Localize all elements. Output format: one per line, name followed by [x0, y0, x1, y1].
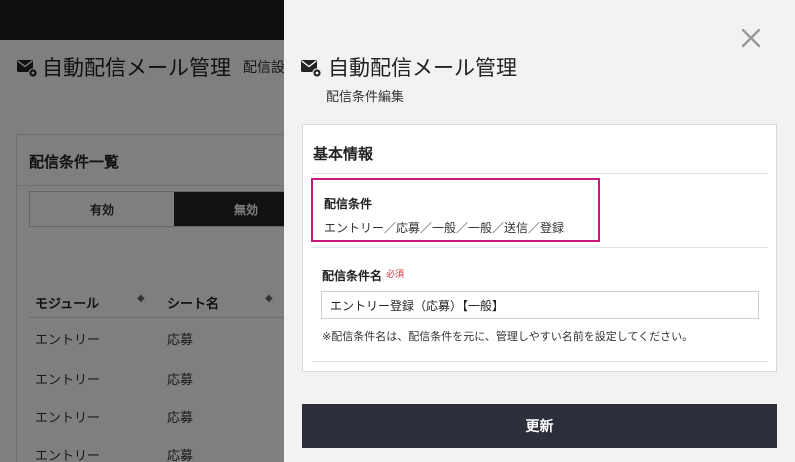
- condition-label: 配信条件: [324, 197, 373, 211]
- close-button[interactable]: [737, 24, 765, 52]
- condition-name-label-text: 配信条件名: [322, 269, 383, 283]
- condition-value: エントリー／応募／一般／一般／送信／登録: [324, 221, 565, 235]
- divider: [311, 173, 768, 174]
- basic-info-panel: 基本情報 配信条件 エントリー／応募／一般／一般／送信／登録 配信条件名必須 ※…: [302, 124, 777, 372]
- drawer-title: 自動配信メール管理: [328, 56, 517, 80]
- required-badge: 必須: [386, 270, 405, 280]
- drawer-subtitle: 配信条件編集: [326, 90, 405, 105]
- condition-name-label: 配信条件名 必須: [322, 267, 404, 284]
- condition-name-hint: ※配信条件名は、配信条件を元に、管理しやすい名前を設定してください。: [322, 330, 694, 343]
- mail-gear-icon: [300, 56, 322, 78]
- section-title: 基本情報: [313, 145, 374, 163]
- edit-drawer: 自動配信メール管理 配信条件編集 基本情報 配信条件 エントリー／応募／一般／一…: [284, 0, 795, 462]
- condition-name-input[interactable]: [321, 291, 759, 319]
- divider: [311, 247, 768, 248]
- drawer-header: 自動配信メール管理: [300, 52, 517, 82]
- close-icon: [741, 28, 761, 48]
- condition-highlight: 配信条件 エントリー／応募／一般／一般／送信／登録: [311, 178, 600, 242]
- divider: [311, 361, 768, 362]
- update-button[interactable]: 更新: [302, 404, 777, 448]
